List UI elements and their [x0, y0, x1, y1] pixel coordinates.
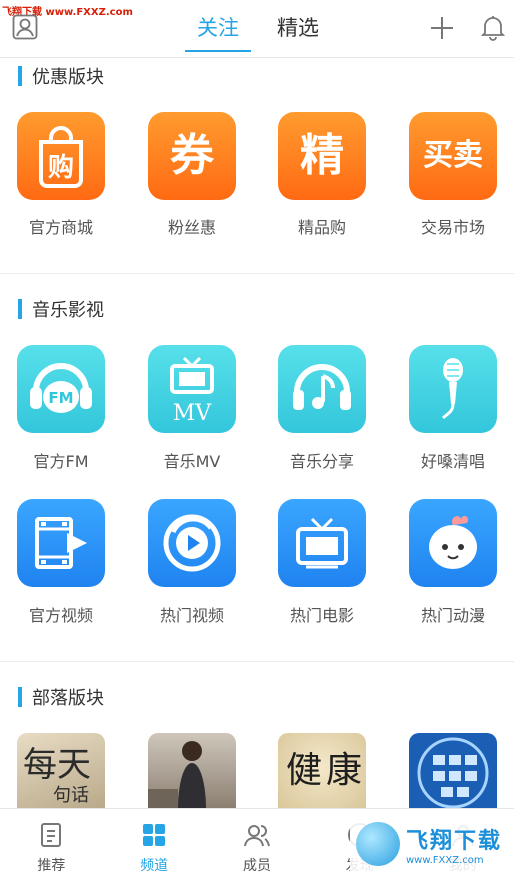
section-accent-bar — [18, 687, 22, 707]
trade-icon[interactable]: 买卖 — [409, 112, 497, 200]
label-hot-anime[interactable]: 热门动漫 — [393, 602, 513, 626]
section-title-music-video: 音乐影视 — [18, 297, 104, 321]
app-root: 飞翔下载 www.FXXZ.com 关注 精选 优惠版块 购 券 精 买卖 官方… — [0, 0, 514, 882]
grid-icon — [143, 824, 166, 846]
bell-icon[interactable] — [479, 13, 507, 41]
section-title-tribe: 部落版块 — [18, 685, 104, 709]
microphone-icon[interactable] — [409, 345, 497, 433]
tab-follow[interactable]: 关注 — [185, 0, 251, 58]
label-trade-market[interactable]: 交易市场 — [393, 214, 513, 238]
tech-icons-thumbnail[interactable] — [409, 733, 497, 809]
members-icon — [243, 825, 270, 847]
svg-text:MV: MV — [173, 401, 213, 424]
section-divider — [0, 661, 514, 662]
nav-label: 频道 — [140, 858, 169, 874]
label-music-share[interactable]: 音乐分享 — [262, 448, 382, 472]
plus-icon[interactable] — [428, 14, 456, 42]
thumb-text-sub: 句话 — [53, 785, 89, 806]
label-hot-movie[interactable]: 热门电影 — [262, 602, 382, 626]
label-official-fm[interactable]: 官方FM — [1, 448, 121, 472]
shop-bag-icon[interactable]: 购 — [17, 112, 105, 200]
section-title-text: 优惠版块 — [32, 67, 104, 88]
baby-face-icon[interactable] — [409, 499, 497, 587]
brand-watermark: 飞翔下载 www.FXXZ.com — [350, 814, 510, 874]
top-header: 飞翔下载 www.FXXZ.com 关注 精选 — [0, 0, 514, 58]
label-music-mv[interactable]: 音乐MV — [132, 448, 252, 472]
nav-label: 成员 — [242, 858, 271, 874]
nav-members[interactable]: 成员 — [206, 809, 309, 882]
premium-glyph: 精 — [300, 130, 344, 181]
section-accent-bar — [18, 66, 22, 86]
health-calligraphy-thumbnail[interactable]: 健康 — [278, 733, 366, 809]
section-title-deals: 优惠版块 — [18, 64, 104, 88]
woman-photo-thumbnail[interactable] — [148, 733, 236, 809]
thumb-text-health: 健康 — [286, 750, 366, 791]
coupon-icon[interactable]: 券 — [148, 112, 236, 200]
section-accent-bar — [18, 299, 22, 319]
header-tabs: 关注 精选 — [185, 0, 331, 58]
brand-name: 飞翔下载 — [406, 828, 503, 854]
label-fan-deals[interactable]: 粉丝惠 — [132, 214, 252, 238]
thumb-text-main: 每天 — [23, 745, 91, 785]
tv-mv-icon[interactable]: MV — [148, 345, 236, 433]
headphone-note-icon[interactable] — [278, 345, 366, 433]
label-hot-video[interactable]: 热门视频 — [132, 602, 252, 626]
film-play-icon[interactable] — [17, 499, 105, 587]
user-icon[interactable] — [12, 14, 38, 40]
fm-headphone-icon[interactable]: FM — [17, 345, 105, 433]
calligraphy-thumbnail[interactable]: 每天 句话 — [17, 733, 105, 809]
trade-glyph: 买卖 — [423, 138, 483, 173]
label-good-voice[interactable]: 好嗓清唱 — [393, 448, 513, 472]
brand-logo-icon — [356, 822, 400, 866]
svg-text:FM: FM — [48, 389, 73, 407]
shop-glyph: 购 — [48, 153, 74, 183]
swirl-play-icon[interactable] — [148, 499, 236, 587]
nav-recommend[interactable]: 推荐 — [0, 809, 103, 882]
label-premium-buy[interactable]: 精品购 — [262, 214, 382, 238]
section-title-text: 音乐影视 — [32, 300, 104, 321]
brand-url: www.FXXZ.com — [406, 854, 484, 866]
nav-channel[interactable]: 频道 — [103, 809, 206, 882]
label-official-video[interactable]: 官方视频 — [1, 602, 121, 626]
nav-label: 推荐 — [37, 858, 66, 874]
section-divider — [0, 273, 514, 274]
tab-featured[interactable]: 精选 — [265, 0, 331, 58]
label-official-store[interactable]: 官方商城 — [1, 214, 121, 238]
doc-icon — [41, 823, 62, 847]
coupon-glyph: 券 — [170, 130, 214, 181]
tv-icon[interactable] — [278, 499, 366, 587]
premium-icon[interactable]: 精 — [278, 112, 366, 200]
section-title-text: 部落版块 — [32, 688, 104, 709]
